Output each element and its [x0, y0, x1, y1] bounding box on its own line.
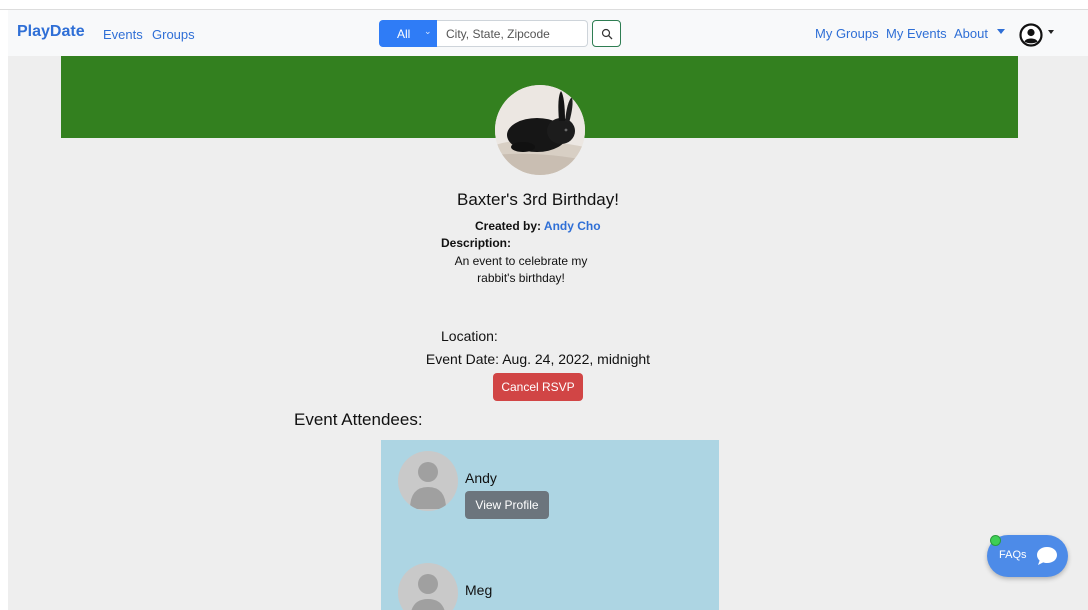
nav-link-my-groups[interactable]: My Groups	[815, 26, 879, 41]
search-filter-dropdown[interactable]: All ⌄	[379, 20, 437, 47]
user-circle-icon[interactable]	[1019, 23, 1043, 47]
location-label: Location:	[441, 328, 498, 344]
page: PlayDate Events Groups All ⌄ My Groups M…	[8, 10, 1088, 610]
online-status-dot	[990, 535, 1001, 546]
attendee-name: Andy	[465, 470, 497, 486]
chevron-down-icon: ⌄	[424, 26, 432, 36]
avatar	[398, 563, 458, 610]
browser-top-edge	[0, 0, 1088, 10]
description-text: An event to celebrate my rabbit's birthd…	[454, 254, 588, 285]
cancel-rsvp-button[interactable]: Cancel RSVP	[493, 373, 583, 401]
created-by: Created by: Andy Cho	[475, 219, 601, 233]
about-caret-icon[interactable]	[997, 29, 1005, 34]
user-menu-caret-icon[interactable]	[1048, 30, 1054, 34]
chat-bubble-icon	[1037, 547, 1057, 565]
nav-link-about[interactable]: About	[954, 26, 988, 41]
avatar	[398, 451, 458, 511]
brand-logo[interactable]: PlayDate	[17, 23, 85, 41]
nav-link-my-events[interactable]: My Events	[886, 26, 947, 41]
created-by-label: Created by:	[475, 219, 542, 233]
rabbit-photo	[495, 85, 585, 175]
search-icon	[601, 28, 613, 40]
author-link[interactable]: Andy Cho	[544, 219, 601, 233]
search-filter-label: All	[397, 27, 411, 41]
attendees-list: Andy View Profile Meg	[381, 440, 719, 610]
description-label: Description:	[441, 236, 512, 250]
search-button[interactable]	[592, 20, 621, 47]
search-input[interactable]	[437, 20, 588, 47]
nav-link-groups[interactable]: Groups	[152, 27, 195, 42]
attendees-title: Event Attendees:	[294, 410, 423, 429]
attendee-name: Meg	[465, 582, 493, 598]
nav-link-events[interactable]: Events	[103, 27, 143, 42]
view-profile-button[interactable]: View Profile	[465, 491, 549, 519]
event-date: Event Date: Aug. 24, 2022, midnight	[425, 351, 651, 367]
event-title: Baxter's 3rd Birthday!	[457, 190, 619, 209]
navbar: PlayDate Events Groups All ⌄ My Groups M…	[8, 10, 1088, 56]
faq-label: FAQs	[999, 549, 1027, 561]
